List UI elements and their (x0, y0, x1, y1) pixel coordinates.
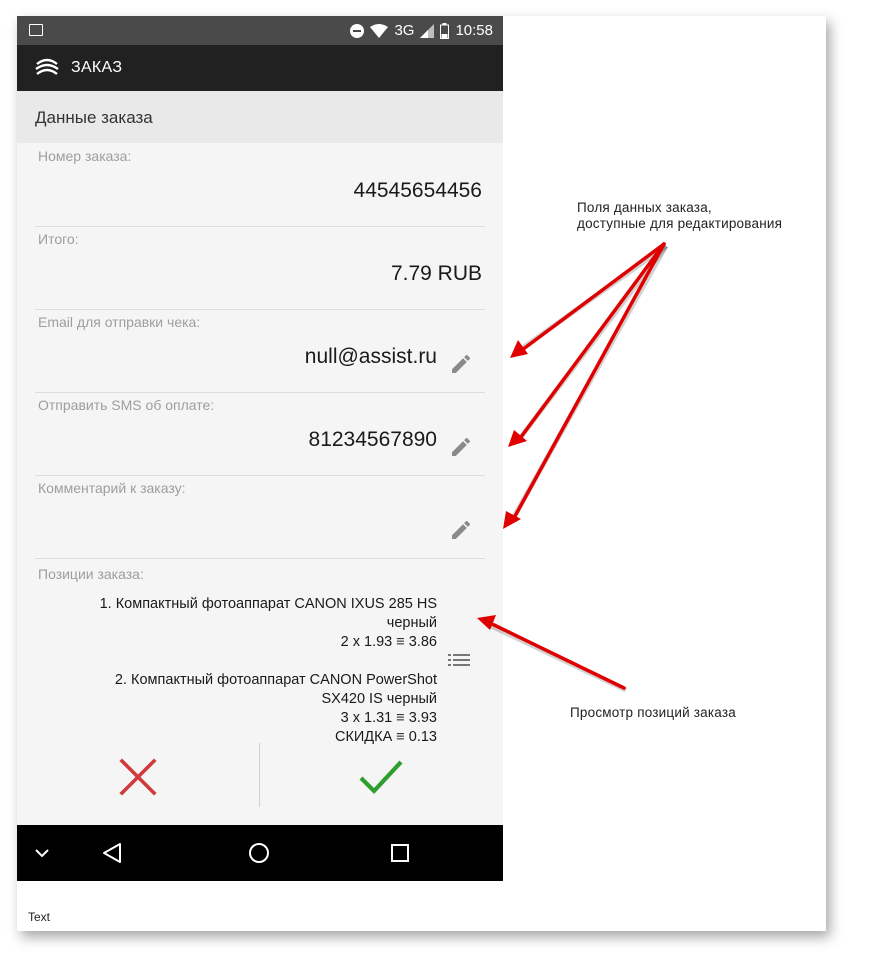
footer-text: Text (28, 910, 51, 924)
annotation-editable-fields-line2: доступные для редактирования (577, 216, 783, 231)
annotation-arrows (477, 242, 669, 693)
annotation-editable-fields-line1: Поля данных заказа, (577, 200, 712, 215)
annotation-positions-view: Просмотр позиций заказа (570, 705, 736, 720)
